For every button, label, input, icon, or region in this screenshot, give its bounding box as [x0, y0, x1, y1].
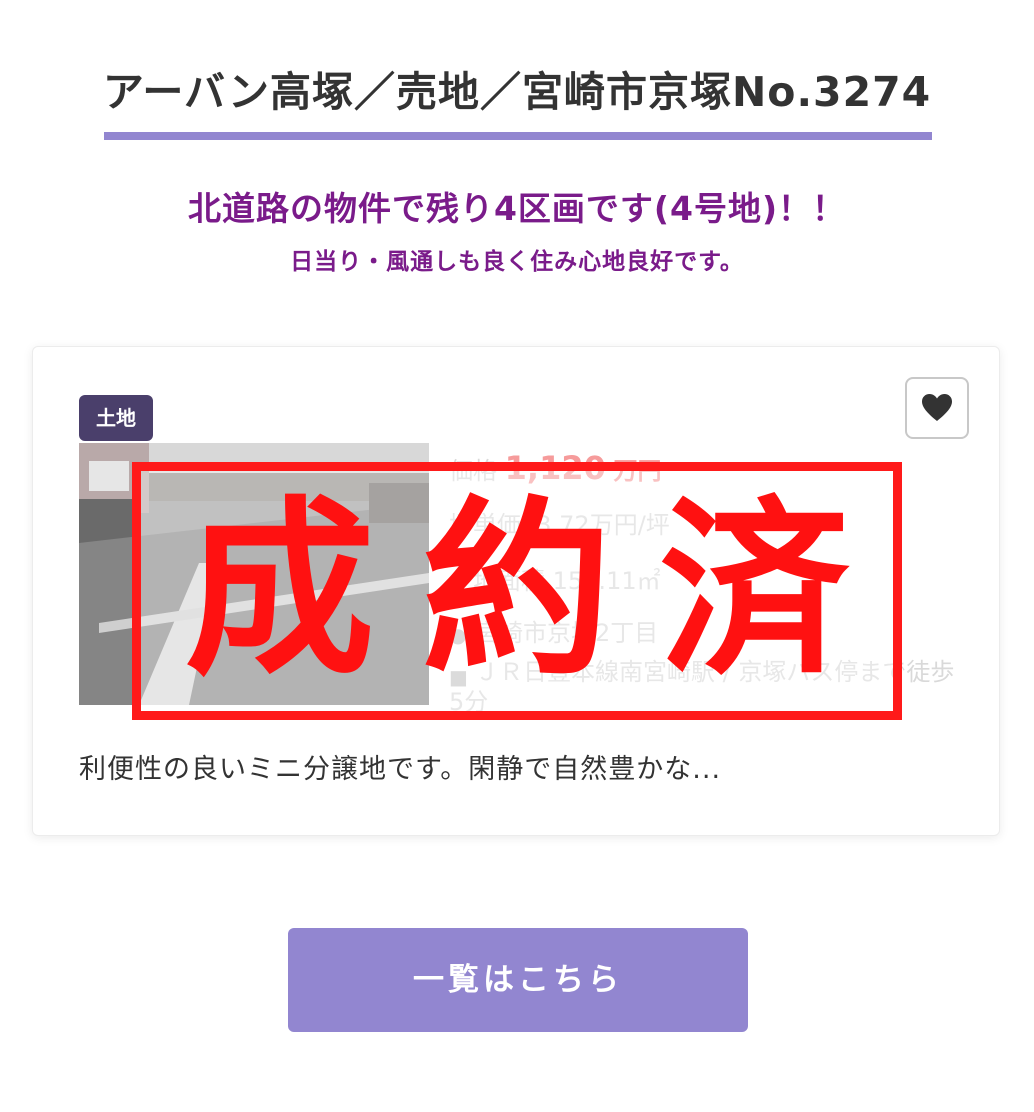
sold-stamp: 成 約 済	[132, 462, 902, 720]
page-title: アーバン高塚／売地／宮崎市京塚No.3274	[102, 68, 932, 116]
category-badge: 土地	[79, 395, 153, 441]
property-description: 利便性の良いミニ分譲地です。閑静で自然豊かな...	[79, 754, 722, 785]
favorite-button[interactable]	[905, 377, 969, 439]
heart-icon	[922, 394, 952, 421]
view-list-button[interactable]: 一覧はこちら	[288, 928, 748, 1032]
property-card[interactable]: 土地 価格 1,120 万円 坪単価23.72万円/坪 土地面積 156.11㎡	[32, 346, 1000, 836]
sold-stamp-char-2: 約	[421, 480, 612, 701]
title-underline	[104, 132, 932, 140]
subheadline: 日当り・風通しも良く住み心地良好です。	[290, 249, 744, 275]
sold-stamp-char-1: 成	[184, 480, 375, 701]
headline: 北道路の物件で残り4区画です(4号地)！！	[187, 189, 847, 228]
sold-stamp-char-3: 済	[659, 480, 850, 701]
